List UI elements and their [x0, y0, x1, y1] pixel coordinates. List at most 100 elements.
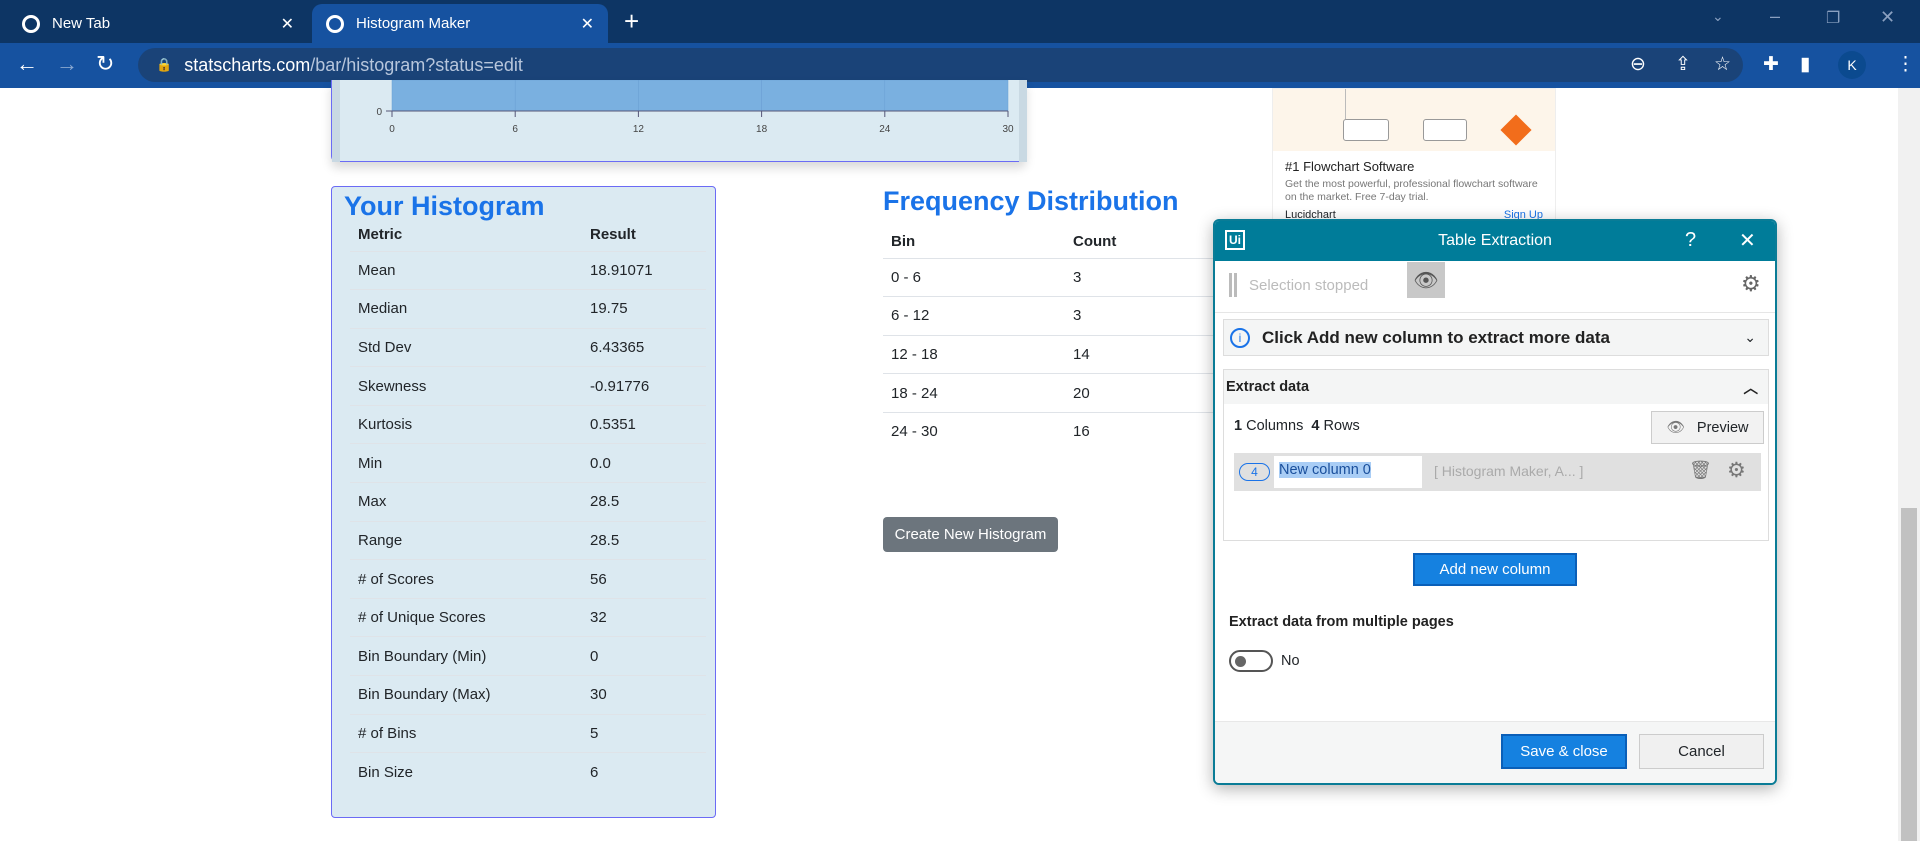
header-count: Count — [1073, 233, 1117, 251]
share-icon[interactable]: ⇪ — [1675, 53, 1691, 76]
settings-gear-icon[interactable]: ⚙ — [1741, 271, 1761, 297]
tab-search-icon[interactable]: ⌄ — [1712, 8, 1724, 25]
eye-toggle-button[interactable]: 👁 — [1407, 262, 1445, 298]
close-window-button[interactable]: ✕ — [1880, 7, 1895, 28]
back-icon[interactable]: ← — [16, 51, 38, 77]
pause-icon[interactable] — [1229, 273, 1237, 297]
column-name-input[interactable]: New column 0 — [1274, 456, 1422, 488]
cell-label: Kurtosis — [350, 404, 590, 444]
cell-value: 3 — [1073, 257, 1223, 297]
table-row: Bin Boundary (Max) 30 — [350, 675, 706, 715]
header-bin: Bin — [891, 233, 916, 251]
cell-value: 18.91071 — [590, 250, 706, 290]
cell-label: # of Scores — [350, 559, 590, 599]
cell-value: 28.5 — [590, 520, 706, 560]
create-new-histogram-button[interactable]: Create New Histogram — [883, 517, 1058, 552]
scrollbar-thumb[interactable] — [1901, 508, 1917, 841]
eye-icon: 👁 — [1666, 420, 1685, 436]
table-row: Mean 18.91071 — [350, 250, 706, 290]
reload-icon[interactable]: ↻ — [96, 51, 114, 77]
table-row: 24 - 30 16 — [883, 411, 1223, 451]
cell-label: 0 - 6 — [883, 257, 1073, 297]
cell-value: 28.5 — [590, 482, 706, 522]
dialog-footer: Save & close Cancel — [1215, 721, 1775, 783]
cell-value: 20 — [1073, 373, 1223, 413]
table-extraction-dialog: Ui Table Extraction ? ✕ Selection stoppe… — [1213, 219, 1777, 785]
cell-value: 32 — [590, 597, 706, 637]
help-button[interactable]: ? — [1685, 229, 1696, 252]
cell-value: 0.5351 — [590, 404, 706, 444]
table-row: # of Scores 56 — [350, 559, 706, 599]
table-row: # of Unique Scores 32 — [350, 597, 706, 637]
column-row[interactable]: 4 New column 0 [ Histogram Maker, A... ]… — [1234, 453, 1761, 491]
chevron-down-icon[interactable]: ⌄ — [1744, 329, 1756, 346]
summary-title: Your Histogram — [344, 191, 545, 221]
flowchart-illustration — [1273, 89, 1555, 151]
cell-label: 6 - 12 — [883, 296, 1073, 336]
table-row: Kurtosis 0.5351 — [350, 404, 706, 444]
minimize-button[interactable]: – — [1770, 6, 1780, 27]
your-histogram-panel: Your Histogram Metric Result Mean 18.91071… — [331, 186, 716, 818]
bookmark-star-icon[interactable]: ☆ — [1714, 53, 1731, 76]
side-panel-icon[interactable]: ▮ — [1800, 53, 1810, 76]
restore-button[interactable]: ❐ — [1826, 8, 1840, 28]
menu-icon[interactable]: ⋮ — [1896, 53, 1915, 76]
cell-value: 14 — [1073, 334, 1223, 374]
table-row: Std Dev 6.43365 — [350, 327, 706, 367]
table-row: 12 - 18 14 — [883, 334, 1223, 374]
histogram-chart-panel: 0 0 6 12 18 24 30 — [331, 79, 1027, 162]
tab-histogram-maker[interactable]: Histogram Maker ✕ — [312, 4, 608, 43]
histogram-chart: 00 6 12 18 24 30 — [332, 79, 1027, 162]
add-new-column-button[interactable]: Add new column — [1413, 553, 1577, 586]
cell-value: 6 — [590, 752, 706, 792]
dialog-title-bar[interactable]: Ui Table Extraction ? ✕ — [1215, 221, 1775, 261]
histogram-bar — [391, 79, 516, 112]
toggle-label: No — [1281, 653, 1300, 669]
close-tab-icon[interactable]: ✕ — [581, 14, 594, 34]
tab-new-tab[interactable]: New Tab ✕ — [8, 4, 308, 43]
save-close-button[interactable]: Save & close — [1501, 734, 1627, 769]
column-settings-gear-icon[interactable]: ⚙ — [1727, 458, 1746, 483]
zoom-icon[interactable]: ⊖ — [1630, 53, 1646, 76]
ad-headline: #1 Flowchart Software — [1285, 159, 1415, 174]
frequency-title: Frequency Distribution — [883, 186, 1179, 216]
info-banner[interactable]: i Click Add new column to extract more d… — [1223, 319, 1769, 356]
chrome-icon — [22, 14, 40, 33]
new-tab-button[interactable]: + — [624, 6, 639, 37]
ad-banner[interactable]: #1 Flowchart Software Get the most power… — [1272, 88, 1556, 228]
close-tab-icon[interactable]: ✕ — [281, 14, 294, 34]
tab-title: New Tab — [52, 15, 111, 32]
cell-value: 6.43365 — [590, 327, 706, 367]
cell-label: Max — [350, 482, 590, 522]
dialog-title: Table Extraction — [1438, 232, 1552, 249]
toggle-knob — [1235, 656, 1246, 667]
extensions-icon[interactable]: ✚ — [1763, 53, 1779, 76]
url-host: statscharts.com — [184, 54, 311, 75]
address-bar[interactable]: 🔒 statscharts.com/bar/histogram?status=e… — [138, 48, 1743, 82]
multi-pages-toggle[interactable] — [1229, 650, 1273, 672]
preview-label: Preview — [1696, 419, 1749, 436]
dialog-close-button[interactable]: ✕ — [1739, 228, 1756, 253]
preview-button[interactable]: 👁 Preview — [1651, 411, 1764, 444]
x-tick-label: 30 — [1002, 124, 1014, 135]
cell-value: 16 — [1073, 411, 1223, 451]
trash-icon[interactable]: 🗑 — [1689, 460, 1712, 481]
cancel-button[interactable]: Cancel — [1639, 734, 1764, 769]
cell-value: 56 — [590, 559, 706, 599]
chevron-up-icon[interactable]: ︿ — [1744, 377, 1759, 398]
cell-label: # of Bins — [350, 713, 590, 753]
table-row: Bin Boundary (Min) 0 — [350, 636, 706, 676]
info-icon: i — [1230, 327, 1250, 348]
forward-icon[interactable]: → — [56, 51, 78, 77]
table-row: # of Bins 5 — [350, 713, 706, 753]
table-row: 0 - 63 — [883, 257, 1223, 297]
profile-avatar[interactable]: K — [1838, 51, 1866, 79]
cell-label: Median — [350, 289, 590, 329]
row-count-badge: 4 — [1239, 463, 1270, 481]
selection-status: Selection stopped — [1249, 277, 1369, 294]
cell-label: 12 - 18 — [883, 334, 1073, 374]
table-row: 6 - 12 3 — [883, 296, 1223, 336]
lock-icon: 🔒 — [156, 57, 173, 72]
uipath-logo: Ui — [1225, 230, 1245, 250]
panel-edge — [1019, 80, 1027, 162]
